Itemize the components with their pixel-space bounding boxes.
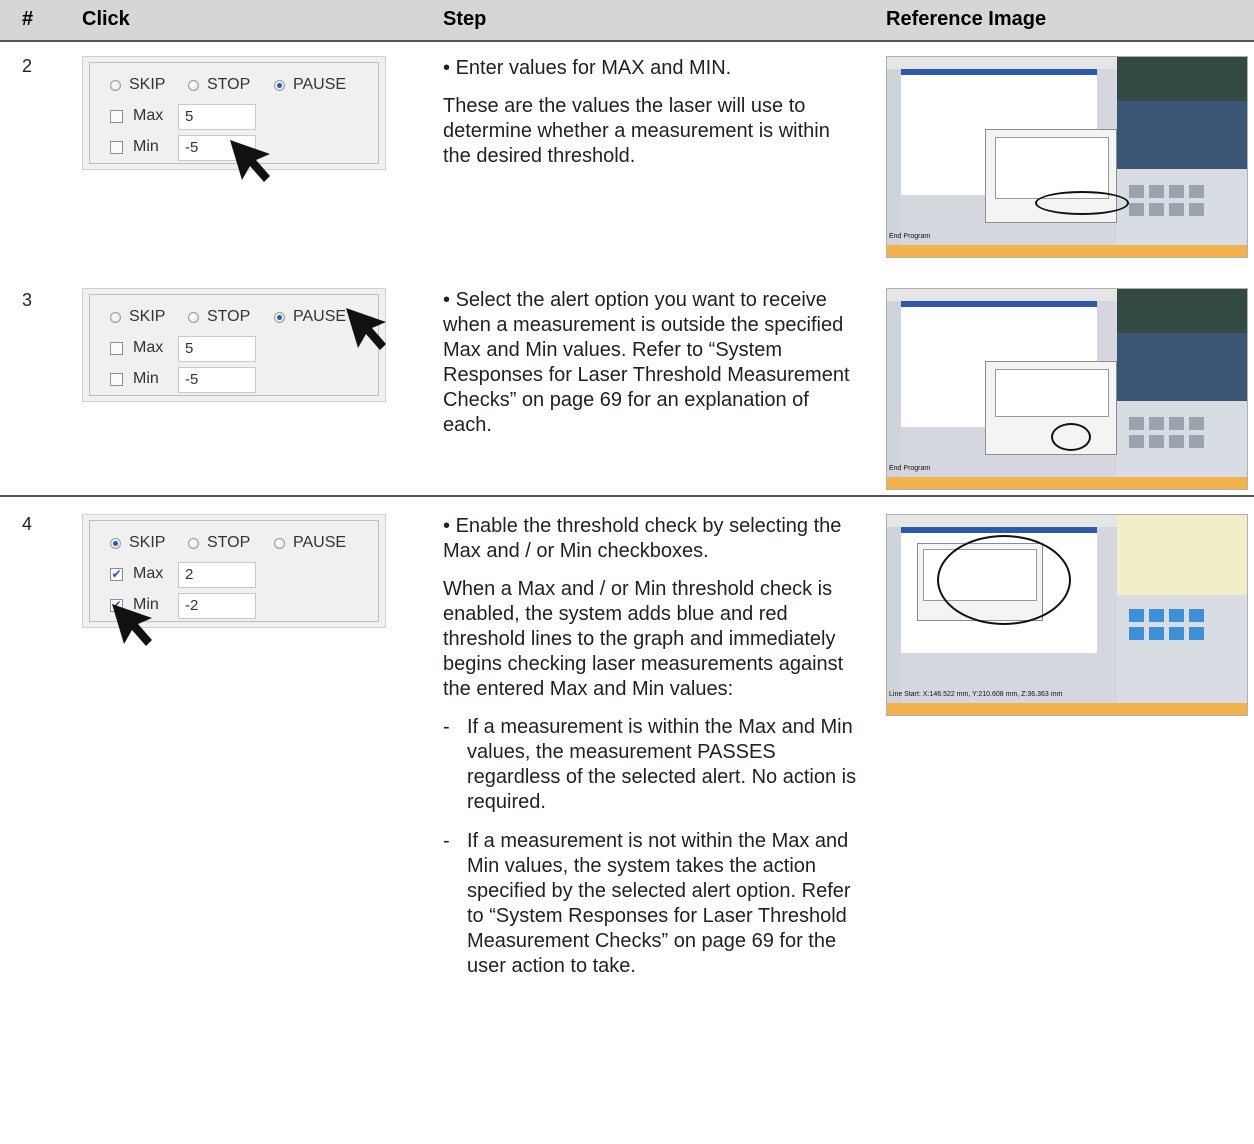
checkbox-icon [110, 372, 123, 386]
skip-radio[interactable]: SKIP [110, 534, 165, 552]
step-bullet: • Enable the threshold check by selectin… [443, 515, 842, 562]
skip-radio[interactable]: SKIP [110, 76, 165, 94]
checkmark-icon: ✔ [110, 566, 123, 581]
ref-status-text: End Program [889, 233, 931, 240]
col-ref-header: Reference Image [886, 8, 1047, 30]
max-field[interactable]: 5 [178, 104, 256, 130]
pause-radio[interactable]: PAUSE [274, 534, 346, 552]
row-number: 2 [22, 56, 33, 76]
radio-dot-icon [274, 537, 285, 549]
stop-radio[interactable]: STOP [188, 534, 250, 552]
reference-image: Line Start: X:146.522 mm, Y:210.608 mm, … [886, 514, 1248, 716]
mouse-cursor-icon [230, 140, 270, 182]
ref-status-text: Line Start: X:146.522 mm, Y:210.608 mm, … [889, 691, 1063, 698]
col-click-header: Click [82, 8, 130, 30]
min-field[interactable]: -5 [178, 367, 256, 393]
checkbox-icon [110, 341, 123, 355]
checkbox-icon [110, 109, 123, 123]
radio-dot-icon [110, 79, 121, 91]
min-checkbox[interactable]: Min [110, 138, 167, 156]
radio-selected-icon [274, 79, 285, 91]
step-sub-item: - If a measurement is not within the Max … [443, 830, 851, 977]
max-checkbox[interactable]: Max [110, 107, 167, 125]
step-sub-item: - If a measurement is within the Max and … [443, 716, 857, 813]
pause-radio[interactable]: PAUSE [274, 308, 346, 326]
col-step-header: Step [443, 8, 487, 30]
alert-options-panel: SKIP STOP PAUSE Max 5 Min -5 [82, 288, 386, 402]
radio-dot-icon [110, 311, 121, 323]
header-divider [0, 40, 1254, 42]
stop-radio[interactable]: STOP [188, 76, 250, 94]
max-checkbox[interactable]: Max [110, 339, 167, 357]
radio-dot-icon [188, 79, 199, 91]
step-text: • Enter values for MAX and MIN. These ar… [443, 56, 863, 182]
row-number: 3 [22, 290, 33, 310]
checkbox-icon [110, 140, 123, 154]
stop-radio[interactable]: STOP [188, 308, 250, 326]
reference-image: End Program [886, 56, 1248, 258]
step-paragraph: When a Max and / or Min threshold check … [443, 578, 844, 700]
radio-selected-icon [110, 537, 121, 549]
radio-dot-icon [188, 537, 199, 549]
step-bullet: • Select the alert option you want to re… [443, 289, 850, 436]
col-num-header: # [22, 8, 34, 30]
radio-dot-icon [188, 311, 199, 323]
min-field[interactable]: -2 [178, 593, 256, 619]
skip-radio[interactable]: SKIP [110, 308, 165, 326]
min-checkbox[interactable]: Min [110, 370, 167, 388]
radio-selected-icon [274, 311, 285, 323]
max-field[interactable]: 5 [178, 336, 256, 362]
step-text: • Enable the threshold check by selectin… [443, 514, 863, 993]
max-checkbox[interactable]: ✔ Max [110, 565, 167, 583]
table-header: # Click Step Reference Image [0, 0, 1254, 40]
step-paragraph: These are the values the laser will use … [443, 95, 830, 167]
row-divider [0, 495, 1254, 497]
mouse-cursor-icon [112, 604, 152, 646]
step-text: • Select the alert option you want to re… [443, 288, 863, 451]
pause-radio[interactable]: PAUSE [274, 76, 346, 94]
reference-image: End Program [886, 288, 1248, 490]
ref-status-text: End Program [889, 465, 931, 472]
max-field[interactable]: 2 [178, 562, 256, 588]
mouse-cursor-icon [346, 308, 386, 350]
step-bullet: • Enter values for MAX and MIN. [443, 57, 732, 79]
row-number: 4 [22, 514, 33, 534]
